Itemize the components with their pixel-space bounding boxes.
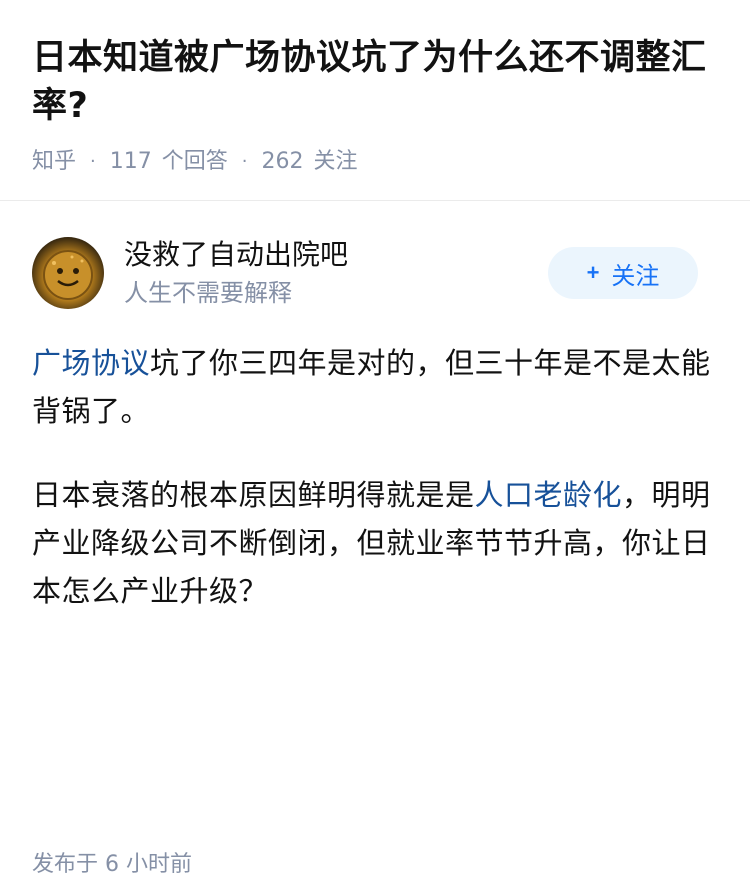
link-plaza-accord[interactable]: 广场协议 — [32, 346, 150, 380]
paragraph-text: 日本衰落的根本原因鲜明得就是是 — [32, 478, 475, 512]
meta-separator: · — [241, 151, 248, 172]
source-label[interactable]: 知乎 — [32, 146, 76, 178]
answer-paragraph: 日本衰落的根本原因鲜明得就是是人口老龄化，明明产业降级公司不断倒闭，但就业率节节… — [32, 471, 718, 615]
meta-separator: · — [90, 151, 96, 172]
answer-paragraph: 广场协议坑了你三四年是对的，但三十年是不是太能背锅了。 — [32, 339, 718, 435]
answer-card: 没救了自动出院吧 人生不需要解释 + 关注 广场协议坑了你三四年是对的，但三十年… — [0, 201, 750, 877]
answer-count: 117 — [109, 149, 152, 174]
publish-time: 发布于 6 小时前 — [32, 852, 192, 877]
avatar-image — [43, 250, 93, 300]
author-row: 没救了自动出院吧 人生不需要解释 + 关注 — [0, 201, 750, 311]
follow-button-label: 关注 — [611, 262, 660, 290]
plus-icon: + — [586, 260, 600, 285]
question-title[interactable]: 日本知道被广场协议坑了为什么还不调整汇率? — [32, 34, 718, 130]
link-population-aging[interactable]: 人口老龄化 — [475, 478, 623, 512]
author-bio: 人生不需要解释 — [124, 279, 292, 307]
avatar[interactable] — [32, 237, 104, 309]
follower-count: 262 — [261, 149, 304, 174]
question-meta: 知乎 · 117 个回答 · 262 关注 — [32, 146, 718, 178]
question-header: 日本知道被广场协议坑了为什么还不调整汇率? 知乎 · 117 个回答 · 262… — [0, 0, 750, 178]
answer-count-label[interactable]: 个回答 — [162, 146, 228, 178]
follower-count-label: 关注 — [313, 149, 358, 174]
follow-button[interactable]: + 关注 — [548, 247, 698, 299]
answer-content: 广场协议坑了你三四年是对的，但三十年是不是太能背锅了。 日本衰落的根本原因鲜明得… — [0, 311, 750, 615]
author-name[interactable]: 没救了自动出院吧 — [124, 237, 348, 273]
